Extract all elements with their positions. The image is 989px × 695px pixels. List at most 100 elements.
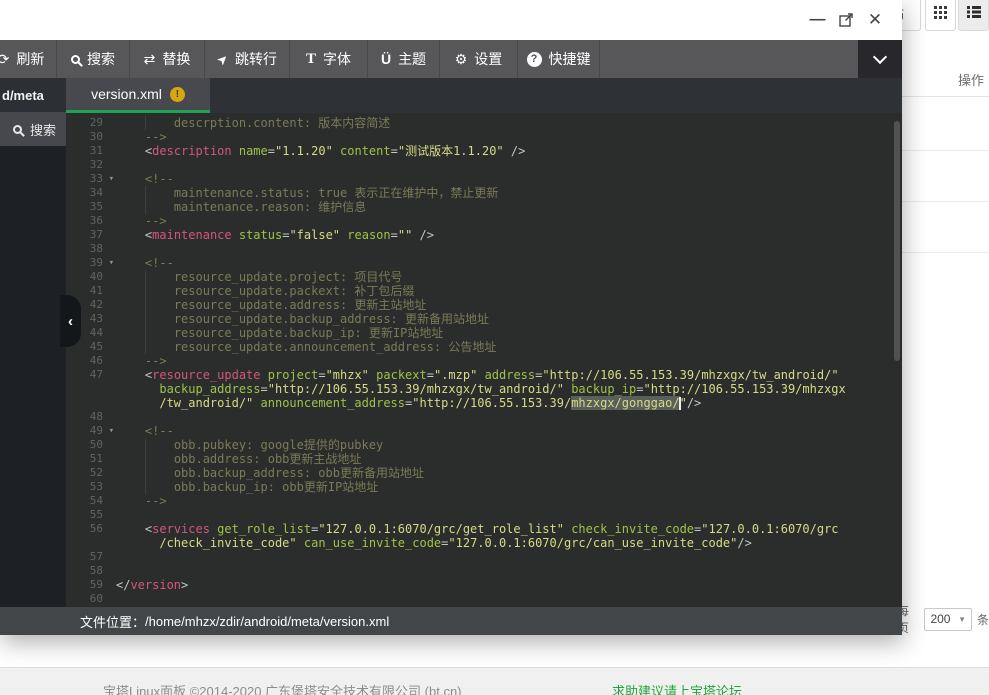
code-line[interactable]: 54 -->: [66, 494, 902, 508]
line-number: 33▾: [66, 172, 116, 186]
table-row: [902, 202, 989, 253]
minimize-button[interactable]: —: [809, 11, 826, 29]
code-line[interactable]: 42 resource_update.address: 更新主站地址: [66, 298, 902, 312]
code-line[interactable]: 48: [66, 410, 902, 424]
code-line[interactable]: 57: [66, 550, 902, 564]
screen: 站 操作: [0, 0, 989, 695]
code-line[interactable]: 52 obb.backup_address: obb更新备用站地址: [66, 466, 902, 480]
line-number: 37: [66, 228, 116, 242]
file-location-label: 文件位置：: [80, 612, 145, 631]
toolbar-button-search[interactable]: 搜索: [57, 40, 130, 78]
line-number: 60: [66, 592, 116, 606]
table-rows: [902, 97, 989, 253]
per-page-select[interactable]: 200 ▼: [924, 608, 972, 631]
toolbar-button-settings[interactable]: ⚙设置: [440, 40, 518, 78]
code-line-text: obb.backup_ip: obb更新IP站地址: [116, 480, 378, 494]
code-line[interactable]: 56 <services get_role_list="127.0.0.1:60…: [66, 522, 902, 536]
code-line-text: backup_address="http://106.55.153.39/mhz…: [116, 382, 846, 396]
maximize-button[interactable]: [837, 11, 855, 29]
line-number: 58: [66, 564, 116, 578]
per-page-value: 200: [930, 612, 950, 626]
line-number: 35: [66, 200, 116, 214]
toolbar-button-refresh[interactable]: ⟳刷新: [0, 40, 57, 78]
code-line[interactable]: 50 obb.pubkey: google提供的pubkey: [66, 438, 902, 452]
code-line[interactable]: 43 resource_update.backup_address: 更新备用站…: [66, 312, 902, 326]
fold-arrow-icon[interactable]: ▾: [109, 172, 114, 186]
code-line[interactable]: 32: [66, 158, 902, 172]
editor-scrollbar[interactable]: [894, 121, 900, 361]
toolbar-collapse-button[interactable]: [858, 40, 902, 78]
code-line[interactable]: 40 resource_update.project: 项目代号: [66, 270, 902, 284]
code-line[interactable]: 53 obb.backup_ip: obb更新IP站地址: [66, 480, 902, 494]
code-line[interactable]: /tw_android/" announcement_address="http…: [66, 396, 902, 410]
theme-icon: Ü: [381, 52, 391, 66]
line-number: 40: [66, 270, 116, 284]
code-line-text: maintenance.status: true 表示正在维护中，禁止更新: [116, 186, 498, 200]
line-number: 49▾: [66, 424, 116, 438]
code-line[interactable]: 55: [66, 508, 902, 522]
table-row: [902, 97, 989, 151]
toolbar-button-replace[interactable]: ⇄替换: [130, 40, 205, 78]
toolbar-button-label: 字体: [323, 49, 351, 69]
code-line[interactable]: 30 -->: [66, 130, 902, 144]
code-line[interactable]: 51 obb.address: obb更新主战地址: [66, 452, 902, 466]
toolbar-button-label: 跳转行: [235, 49, 277, 69]
sidebar-search-button[interactable]: 搜索: [0, 112, 66, 146]
code-line[interactable]: 34 maintenance.status: true 表示正在维护中，禁止更新: [66, 186, 902, 200]
code-line[interactable]: 31 <description name="1.1.20" content="测…: [66, 144, 902, 158]
code-line[interactable]: 38: [66, 242, 902, 256]
code-line[interactable]: 59</version>: [66, 578, 902, 592]
code-line[interactable]: 35 maintenance.reason: 维护信息: [66, 200, 902, 214]
grid-icon: [934, 6, 947, 19]
toolbar-button-shortcuts[interactable]: ?快捷键: [518, 40, 600, 78]
code-line-text: descrption.content: 版本内容简述: [116, 116, 390, 130]
fold-arrow-icon[interactable]: ▾: [109, 256, 114, 270]
sidebar-collapse-handle[interactable]: ‹: [60, 295, 81, 347]
code-line-text: resource_update.backup_address: 更新备用站地址: [116, 312, 489, 326]
code-line[interactable]: 44 resource_update.backup_ip: 更新IP站地址: [66, 326, 902, 340]
code-line[interactable]: 60: [66, 592, 902, 606]
tab-version-xml[interactable]: version.xml !: [66, 78, 210, 113]
settings-icon: ⚙: [455, 52, 468, 66]
code-line[interactable]: 49▾ <!--: [66, 424, 902, 438]
fold-arrow-icon[interactable]: ▾: [109, 424, 114, 438]
code-line[interactable]: 37 <maintenance status="false" reason=""…: [66, 228, 902, 242]
code-line[interactable]: /check_invite_code" can_use_invite_code=…: [66, 536, 902, 550]
status-bar: 文件位置： /home/mhzx/zdir/android/meta/versi…: [0, 607, 902, 635]
code-line[interactable]: 33▾ <!--: [66, 172, 902, 186]
tab-label: version.xml: [91, 86, 162, 102]
code-line[interactable]: 47 <resource_update project="mhzx" packe…: [66, 368, 902, 382]
toolbar-button-font[interactable]: T字体: [290, 40, 368, 78]
code-line[interactable]: 46 -->: [66, 354, 902, 368]
toolbar-button-label: 快捷键: [549, 49, 591, 69]
line-number: [66, 382, 116, 396]
line-number: 47: [66, 368, 116, 382]
code-line[interactable]: 45 resource_update.announcement_address:…: [66, 340, 902, 354]
search-icon: [13, 125, 22, 134]
close-button[interactable]: ✕: [866, 10, 884, 30]
code-line-text: resource_update.project: 项目代号: [116, 270, 402, 284]
search-icon: [71, 55, 80, 64]
line-number: 46: [66, 354, 116, 368]
line-number: 32: [66, 158, 116, 172]
code-line-text: </version>: [116, 578, 188, 592]
code-line[interactable]: 39▾ <!--: [66, 256, 902, 270]
replace-icon: ⇄: [144, 52, 156, 66]
per-page-control: 每页 200 ▼ 条: [897, 606, 989, 632]
code-line[interactable]: 41 resource_update.packext: 补丁包后缀: [66, 284, 902, 298]
footer-forum-link[interactable]: 求助建议请上宝塔论坛: [612, 681, 742, 695]
code-line-text: <services get_role_list="127.0.0.1:6070/…: [116, 522, 839, 536]
code-line[interactable]: backup_address="http://106.55.153.39/mhz…: [66, 382, 902, 396]
toolbar-button-goto-line[interactable]: ➤跳转行: [205, 40, 290, 78]
code-line[interactable]: 36 -->: [66, 214, 902, 228]
line-number: 50: [66, 438, 116, 452]
code-line-text: -->: [116, 494, 167, 508]
grid-view-button[interactable]: [925, 0, 956, 31]
list-view-button[interactable]: [958, 0, 989, 31]
code-line[interactable]: 29 descrption.content: 版本内容简述: [66, 116, 902, 130]
code-line-text: /tw_android/" announcement_address="http…: [116, 396, 701, 410]
toolbar-button-theme[interactable]: Ü主题: [368, 40, 440, 78]
code-line[interactable]: 58: [66, 564, 902, 578]
code-editor[interactable]: 29 descrption.content: 版本内容简述30 -->31 <d…: [66, 113, 902, 607]
warning-icon: !: [170, 87, 185, 102]
